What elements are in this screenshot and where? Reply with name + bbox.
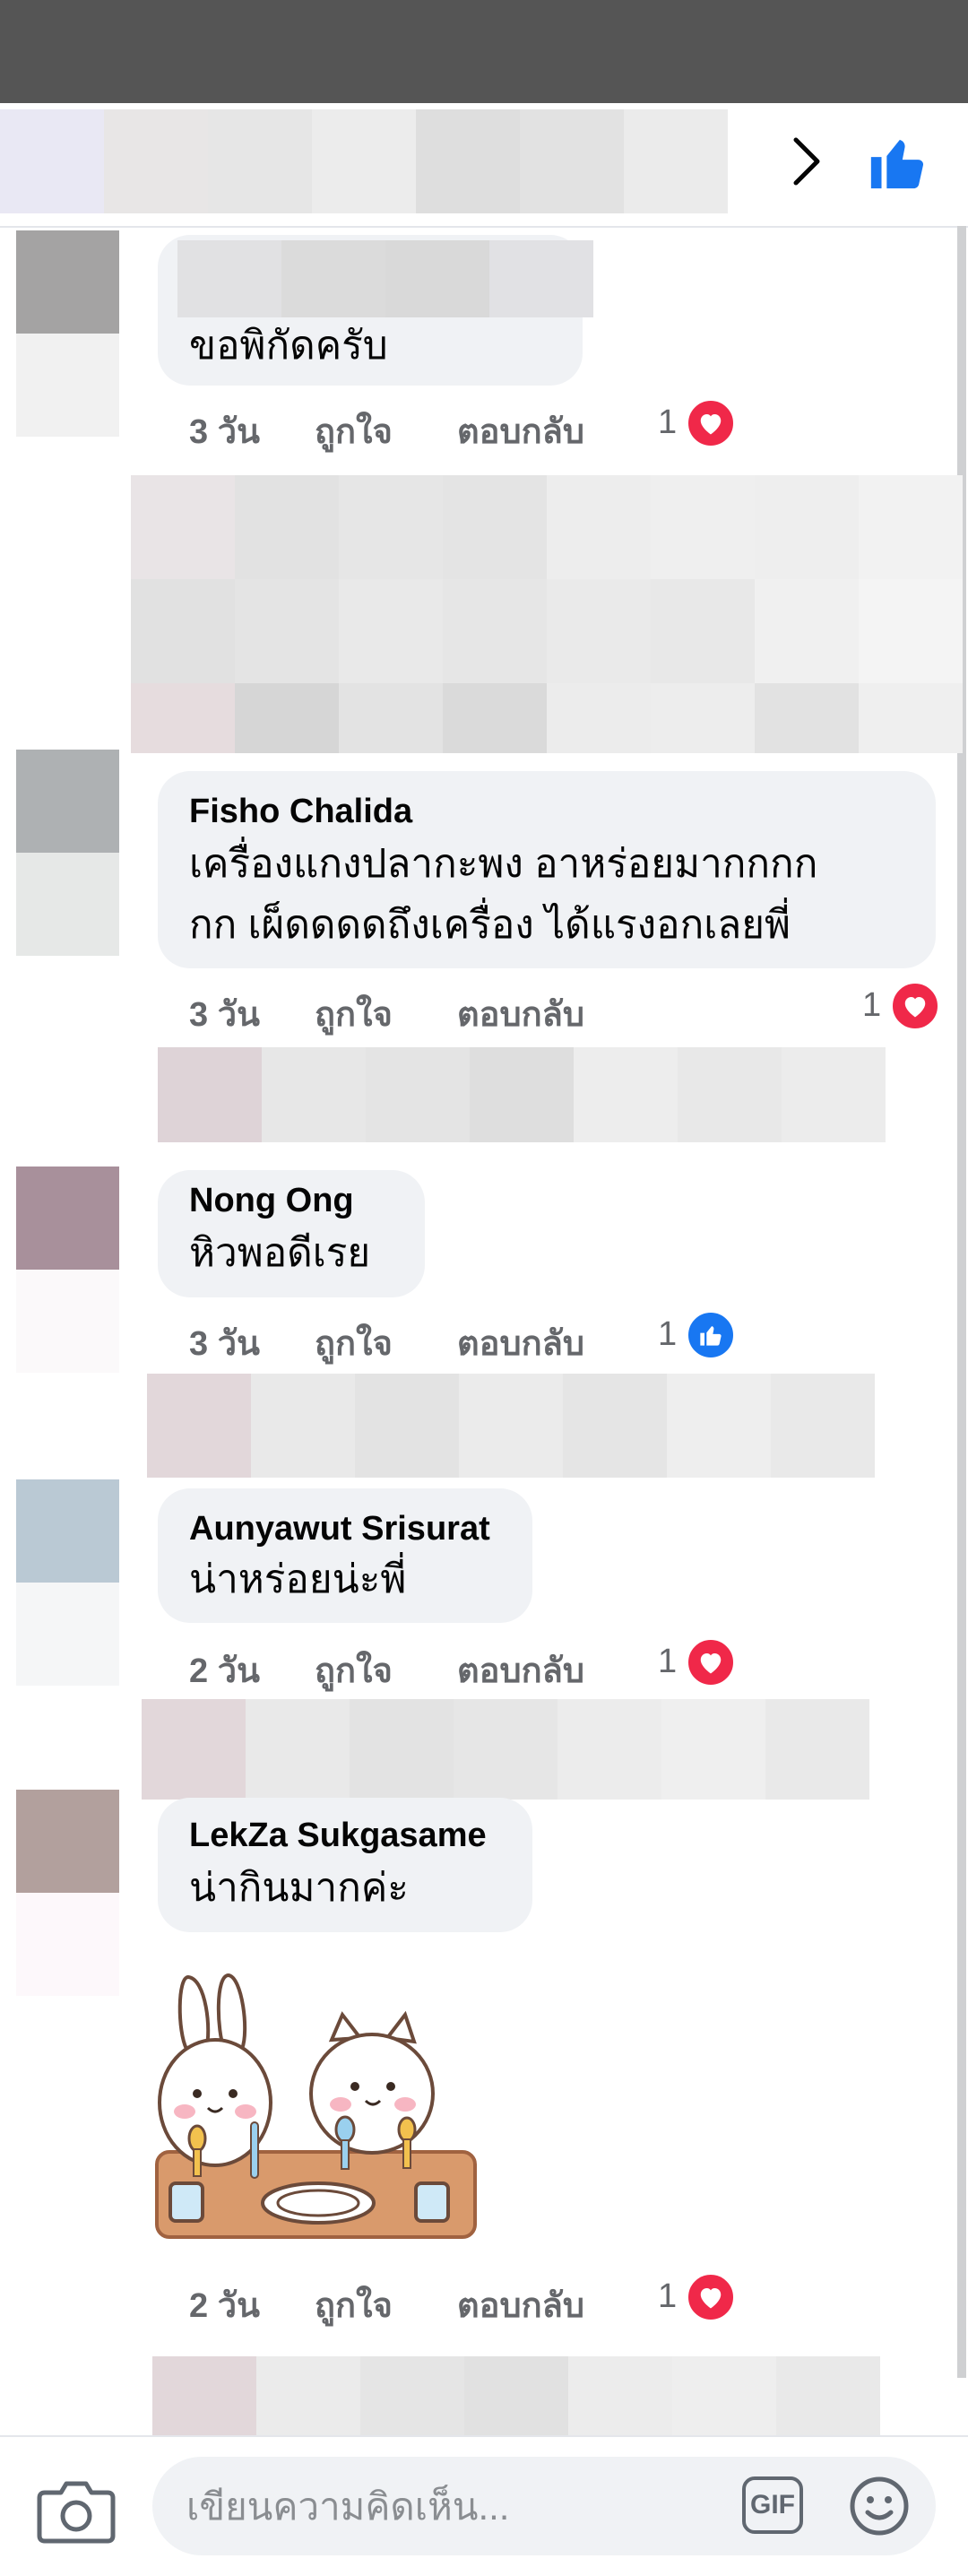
avatar[interactable] bbox=[16, 1790, 119, 1996]
gif-button[interactable]: GIF bbox=[742, 2476, 803, 2534]
reaction-count: 1 bbox=[658, 1315, 678, 1353]
like-link[interactable]: ถูกใจ bbox=[315, 986, 393, 1041]
comment-author[interactable]: Aunyawut Srisurat bbox=[189, 1510, 490, 1548]
emoji-icon[interactable] bbox=[848, 2475, 911, 2537]
reply-link[interactable]: ตอบกลับ bbox=[457, 2277, 584, 2332]
comment-text: น่ากินมากค่ะ bbox=[189, 1866, 409, 1910]
like-reaction-icon[interactable] bbox=[686, 1310, 736, 1360]
reply-preview-redacted[interactable] bbox=[142, 1699, 968, 1800]
comment-time: 3 วัน bbox=[189, 413, 261, 451]
like-link[interactable]: ถูกใจ bbox=[315, 1643, 393, 1697]
avatar[interactable] bbox=[16, 1479, 119, 1686]
comment-time: 3 วัน bbox=[189, 996, 261, 1034]
reaction-count: 1 bbox=[862, 986, 882, 1024]
comment-text: ขอพิกัดครับ bbox=[189, 324, 388, 368]
avatar[interactable] bbox=[16, 750, 119, 956]
comment-author[interactable]: Nong Ong bbox=[189, 1182, 354, 1220]
reaction-count: 1 bbox=[658, 1643, 678, 1680]
avatar[interactable] bbox=[16, 230, 119, 437]
camera-icon[interactable] bbox=[36, 2475, 117, 2546]
sticker-image[interactable] bbox=[152, 1968, 484, 2246]
reply-link[interactable]: ตอบกลับ bbox=[457, 1315, 584, 1370]
like-link[interactable]: ถูกใจ bbox=[315, 403, 393, 458]
reactions-summary[interactable] bbox=[0, 109, 728, 213]
comment-text: น่าหร่อยน่ะพี่ bbox=[189, 1557, 407, 1601]
avatar[interactable] bbox=[16, 1167, 119, 1373]
reply-link[interactable]: ตอบกลับ bbox=[457, 1643, 584, 1697]
author-name-redacted[interactable] bbox=[177, 240, 593, 317]
reply-preview-redacted[interactable] bbox=[147, 1374, 968, 1478]
comment-author[interactable]: LekZa Sukgasame bbox=[189, 1817, 487, 1855]
comment-time: 3 วัน bbox=[189, 1325, 261, 1363]
thumbs-up-icon[interactable] bbox=[866, 131, 929, 194]
comment-author[interactable]: Fisho Chalida bbox=[189, 793, 412, 831]
comment-time: 2 วัน bbox=[189, 2287, 261, 2325]
comment-text: เครื่องแกงปลากะพง อาหร่อยมากกกก กก เผ็ดด… bbox=[189, 842, 818, 947]
heart-reaction-icon[interactable] bbox=[686, 398, 736, 448]
like-link[interactable]: ถูกใจ bbox=[315, 1315, 393, 1370]
reply-link[interactable]: ตอบกลับ bbox=[457, 986, 584, 1041]
heart-reaction-icon[interactable] bbox=[686, 1637, 736, 1687]
reaction-count: 1 bbox=[658, 403, 678, 441]
comment-input-box[interactable]: GIF bbox=[152, 2457, 936, 2555]
status-bar bbox=[0, 0, 968, 103]
reaction-count: 1 bbox=[658, 2277, 678, 2315]
chevron-right-icon[interactable] bbox=[780, 126, 834, 197]
reply-preview-redacted[interactable] bbox=[131, 475, 963, 753]
heart-reaction-icon[interactable] bbox=[890, 981, 940, 1031]
comment-input[interactable] bbox=[185, 2475, 690, 2539]
comment-text: หิวพอดีเรย bbox=[189, 1231, 371, 1275]
like-link[interactable]: ถูกใจ bbox=[315, 2277, 393, 2332]
reply-preview-redacted[interactable] bbox=[158, 1047, 968, 1142]
comment-time: 2 วัน bbox=[189, 1652, 261, 1690]
heart-reaction-icon[interactable] bbox=[686, 2272, 736, 2322]
reply-link[interactable]: ตอบกลับ bbox=[457, 403, 584, 458]
